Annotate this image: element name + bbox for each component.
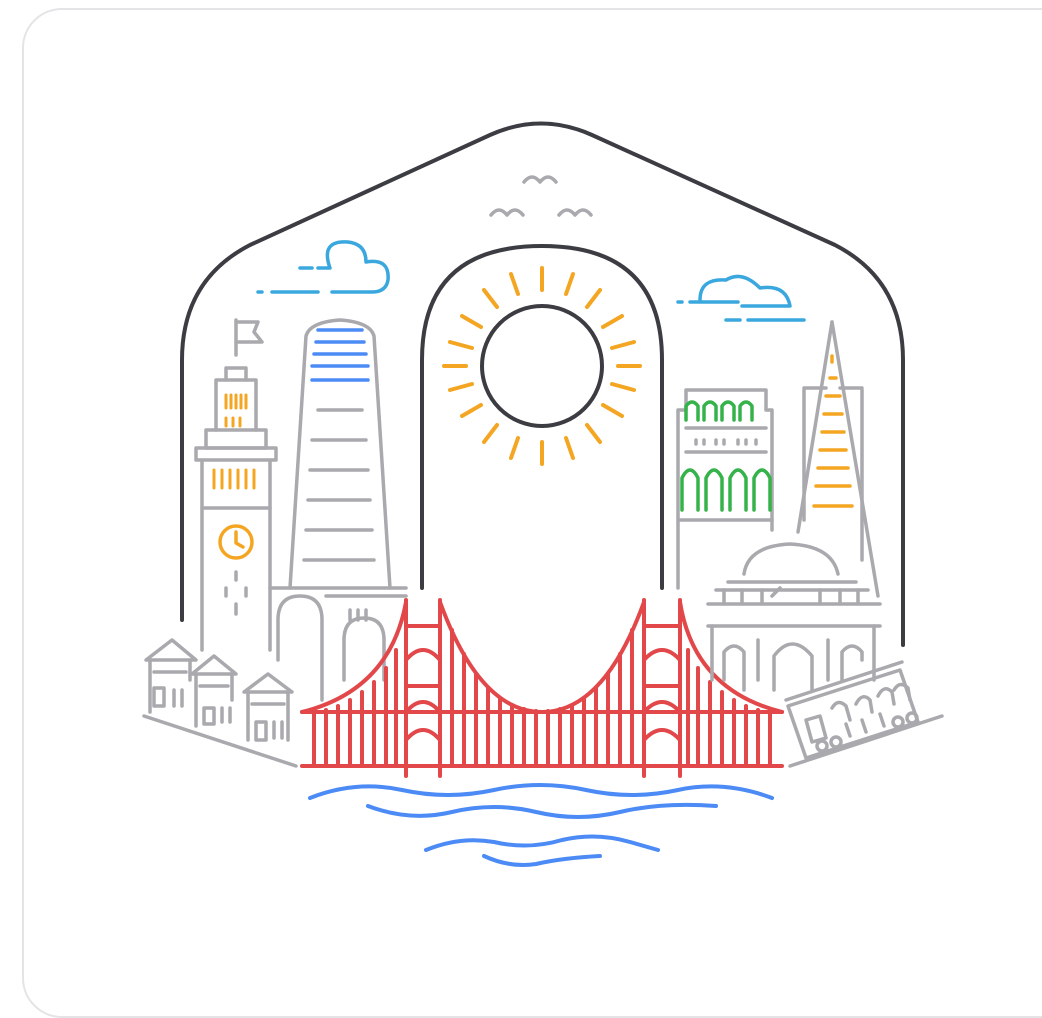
cloud-right-icon	[676, 274, 806, 322]
skyscraper-tower-top-icon	[310, 328, 370, 382]
central-arch-icon	[420, 244, 664, 590]
sun-icon	[442, 266, 642, 466]
water-waves-icon	[308, 783, 774, 867]
pyramid-tower-icon	[796, 320, 880, 598]
clock-tower-windows-icon	[212, 393, 256, 490]
cloud-left-icon	[256, 240, 390, 294]
birds-icon	[489, 175, 593, 217]
arched-tower-right-icon	[676, 388, 774, 590]
domed-palace-icon	[706, 542, 882, 692]
clock-icon	[218, 524, 254, 560]
green-arches-icon	[680, 400, 772, 512]
skyscraper-tower-icon	[288, 318, 392, 590]
pyramid-tower-stripes-icon	[812, 354, 854, 508]
cable-car-icon	[784, 660, 944, 768]
san-francisco-skyline-illustration	[142, 121, 944, 867]
clock-tower-icon	[194, 318, 278, 652]
victorian-houses-icon	[142, 638, 298, 768]
